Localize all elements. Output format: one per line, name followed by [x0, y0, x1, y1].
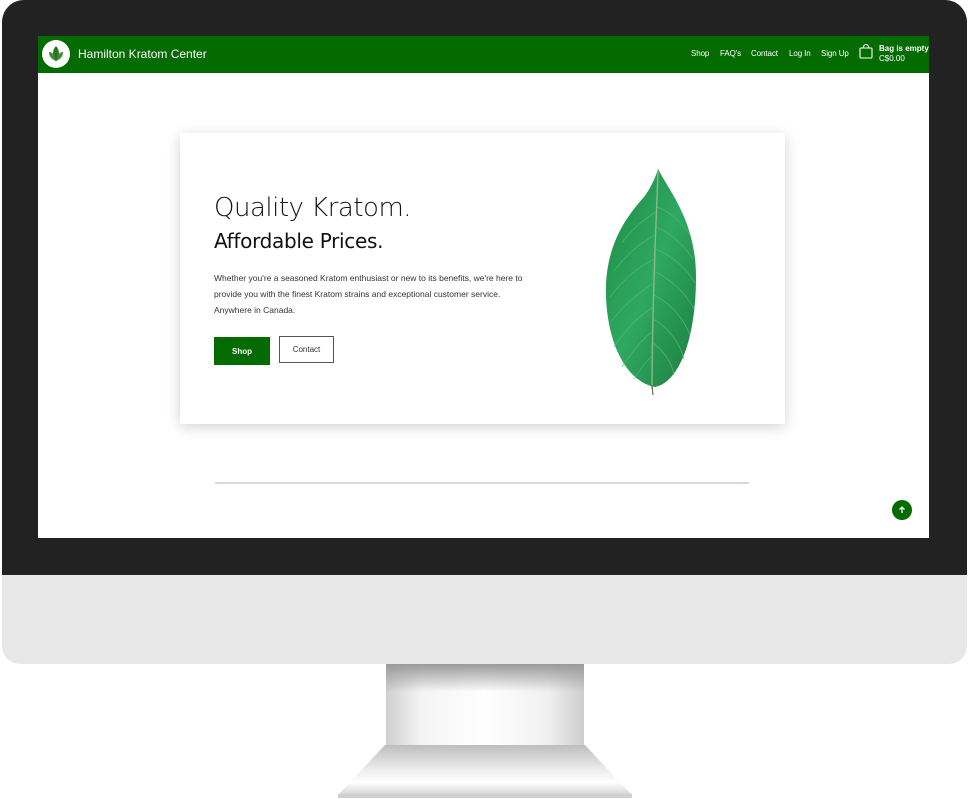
- cart-total[interactable]: C$0.00: [879, 54, 905, 63]
- monitor-chin: [2, 575, 967, 664]
- monitor-stand-foot: [338, 794, 632, 798]
- hero-title: Quality Kratom.: [214, 193, 412, 223]
- screen: Hamilton Kratom Center Shop FAQ's Contac…: [38, 36, 929, 538]
- hero-card: Quality Kratom. Affordable Prices. Wheth…: [180, 133, 785, 424]
- nav-link-signup[interactable]: Sign Up: [821, 49, 849, 58]
- hero-description: Whether you're a seasoned Kratom enthusi…: [214, 273, 523, 315]
- nav-link-login[interactable]: Log In: [789, 49, 811, 58]
- top-navbar: Hamilton Kratom Center Shop FAQ's Contac…: [38, 36, 929, 73]
- contact-button[interactable]: Contact: [279, 336, 334, 363]
- brand-name[interactable]: Hamilton Kratom Center: [78, 47, 207, 61]
- shopping-bag-icon[interactable]: [859, 43, 873, 59]
- nav-link-shop[interactable]: Shop: [691, 49, 709, 58]
- shop-button[interactable]: Shop: [214, 337, 270, 365]
- leaf-logo-icon[interactable]: [42, 40, 70, 68]
- monitor-stand-base: [338, 745, 632, 795]
- cart-status[interactable]: Bag is empty: [879, 44, 929, 53]
- hero-subtitle: Affordable Prices.: [214, 229, 384, 253]
- kratom-leaf-image: [605, 169, 696, 396]
- nav-link-faqs[interactable]: FAQ's: [720, 49, 741, 58]
- section-divider: [215, 482, 749, 484]
- scroll-to-top-button[interactable]: [892, 500, 912, 520]
- arrow-up-icon: [899, 506, 905, 513]
- monitor-stand-shadow: [386, 664, 584, 692]
- nav-link-contact[interactable]: Contact: [751, 49, 778, 58]
